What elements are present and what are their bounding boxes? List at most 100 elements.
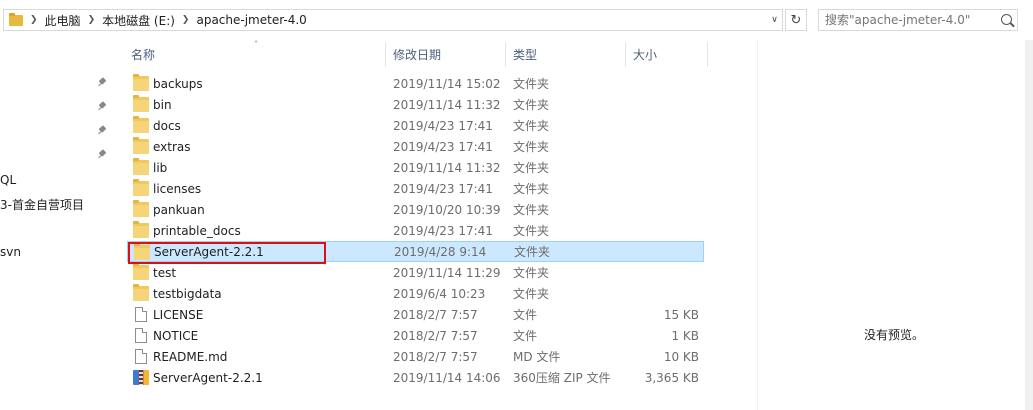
file-date: 2019/4/23 17:41 xyxy=(393,139,493,154)
chevron-down-icon[interactable]: ∨ xyxy=(766,9,783,31)
file-row[interactable]: licenses 2019/4/23 17:41 文件夹 xyxy=(127,178,704,199)
file-size: 15 KB xyxy=(663,307,699,322)
file-date: 2019/10/20 10:39 xyxy=(393,202,501,217)
folder-icon xyxy=(133,200,149,217)
nav-item-project[interactable]: 3-首金自营项目 xyxy=(0,196,84,213)
search-input[interactable] xyxy=(819,10,989,30)
navigation-pane: QL 3-首金自营项目 svn xyxy=(0,40,117,410)
highlight-annotation xyxy=(128,242,326,264)
file-date: 2018/2/7 7:57 xyxy=(393,349,478,364)
file-row[interactable]: ServerAgent-2.2.1 2019/11/14 14:06 360压缩 Z… xyxy=(127,367,704,388)
file-date: 2019/11/14 11:29 xyxy=(393,265,501,280)
file-name: ServerAgent-2.2.1 xyxy=(153,370,263,385)
file-name: lib xyxy=(153,160,168,175)
breadcrumb-current-folder[interactable]: apache-jmeter-4.0 xyxy=(196,13,306,27)
column-label: 大小 xyxy=(633,48,658,62)
file-type: 文件夹 xyxy=(514,245,551,259)
search-box[interactable] xyxy=(818,9,1018,31)
column-header-name[interactable]: 名称 xyxy=(124,42,386,67)
file-date: 2019/11/14 14:06 xyxy=(393,370,501,385)
file-icon xyxy=(135,307,147,322)
address-box[interactable]: ❯ 此电脑 ❯ 本地磁盘 (E:) ❯ apache-jmeter-4.0 xyxy=(3,9,783,31)
file-type: 文件夹 xyxy=(513,182,550,196)
file-name: licenses xyxy=(153,181,202,196)
file-size: 1 KB xyxy=(671,328,699,343)
folder-icon xyxy=(133,221,149,238)
file-row[interactable]: docs 2019/4/23 17:41 文件夹 xyxy=(127,115,704,136)
chevron-right-icon[interactable]: ❯ xyxy=(88,15,96,25)
folder-icon xyxy=(133,74,149,91)
window-edge xyxy=(1025,40,1033,410)
file-date: 2019/11/14 11:32 xyxy=(393,160,501,175)
folder-icon xyxy=(133,95,149,112)
column-label: 修改日期 xyxy=(393,48,442,62)
file-date: 2018/2/7 7:57 xyxy=(393,307,478,322)
file-size: 10 KB xyxy=(663,349,699,364)
zip-archive-icon xyxy=(133,370,149,385)
preview-message: 没有预览。 xyxy=(864,328,925,342)
column-label: 类型 xyxy=(513,48,538,62)
file-type: 文件夹 xyxy=(513,119,550,133)
refresh-icon[interactable]: ↻ xyxy=(785,9,807,31)
file-date: 2019/11/14 11:32 xyxy=(393,97,501,112)
file-row[interactable]: LICENSE 2018/2/7 7:57 文件 15 KB xyxy=(127,304,704,325)
file-row[interactable]: printable_docs 2019/4/23 17:41 文件夹 xyxy=(127,220,704,241)
breadcrumb-local-disk[interactable]: 本地磁盘 (E:) xyxy=(102,12,175,29)
file-type: 文件夹 xyxy=(513,98,550,112)
preview-pane: 没有预览。 xyxy=(757,40,1033,410)
file-name: testbigdata xyxy=(153,286,222,301)
chevron-right-icon[interactable]: ❯ xyxy=(30,15,38,25)
file-type: 文件夹 xyxy=(513,224,550,238)
file-row[interactable]: NOTICE 2018/2/7 7:57 文件 1 KB xyxy=(127,325,704,346)
search-icon[interactable] xyxy=(1001,14,1012,25)
file-name: README.md xyxy=(153,349,228,364)
folder-icon xyxy=(133,116,149,133)
folder-icon xyxy=(133,158,149,175)
file-row[interactable]: test 2019/11/14 11:29 文件夹 xyxy=(127,262,704,283)
file-type: 文件夹 xyxy=(513,266,550,280)
file-icon xyxy=(135,328,147,343)
nav-item-ql[interactable]: QL xyxy=(0,173,16,187)
column-header-type[interactable]: 类型 xyxy=(506,42,626,67)
file-type: 文件 xyxy=(513,329,538,343)
file-size: 3,365 KB xyxy=(644,370,699,385)
chevron-right-icon[interactable]: ❯ xyxy=(182,15,190,25)
file-row[interactable]: backups 2019/11/14 15:02 文件夹 xyxy=(127,73,704,94)
pin-icon[interactable] xyxy=(97,77,107,89)
file-name: bin xyxy=(153,97,172,112)
file-type: MD 文件 xyxy=(513,350,561,364)
column-header-date[interactable]: 修改日期 xyxy=(386,42,506,67)
file-row[interactable]: README.md 2018/2/7 7:57 MD 文件 10 KB xyxy=(127,346,704,367)
file-row[interactable]: pankuan 2019/10/20 10:39 文件夹 xyxy=(127,199,704,220)
file-icon xyxy=(135,349,147,364)
file-name: backups xyxy=(153,76,203,91)
file-type: 文件夹 xyxy=(513,203,550,217)
file-name: printable_docs xyxy=(153,223,241,238)
file-row[interactable]: testbigdata 2019/6/4 10:23 文件夹 xyxy=(127,283,704,304)
file-row[interactable]: bin 2019/11/14 11:32 文件夹 xyxy=(127,94,704,115)
folder-icon xyxy=(133,284,149,301)
file-name: LICENSE xyxy=(153,307,204,322)
breadcrumb-this-pc[interactable]: 此电脑 xyxy=(45,12,81,29)
folder-icon xyxy=(133,263,149,280)
nav-item-svn[interactable]: svn xyxy=(0,245,21,259)
file-date: 2019/4/23 17:41 xyxy=(393,223,493,238)
file-date: 2019/11/14 15:02 xyxy=(393,76,501,91)
file-type: 文件 xyxy=(513,308,538,322)
file-type: 360压缩 ZIP 文件 xyxy=(513,371,611,385)
address-bar: ❯ 此电脑 ❯ 本地磁盘 (E:) ❯ apache-jmeter-4.0 ∨ … xyxy=(0,0,1033,40)
folder-icon xyxy=(9,12,23,26)
file-type: 文件夹 xyxy=(513,287,550,301)
file-type: 文件夹 xyxy=(513,77,550,91)
pin-icon[interactable] xyxy=(97,125,107,137)
file-date: 2019/4/23 17:41 xyxy=(393,181,493,196)
file-row[interactable]: extras 2019/4/23 17:41 文件夹 xyxy=(127,136,704,157)
pin-icon[interactable] xyxy=(97,149,107,161)
file-row[interactable]: lib 2019/11/14 11:32 文件夹 xyxy=(127,157,704,178)
file-name: pankuan xyxy=(153,202,205,217)
pin-icon[interactable] xyxy=(97,101,107,113)
file-name: docs xyxy=(153,118,181,133)
column-header-size[interactable]: 大小 xyxy=(626,42,708,67)
file-date: 2018/2/7 7:57 xyxy=(393,328,478,343)
file-type: 文件夹 xyxy=(513,140,550,154)
